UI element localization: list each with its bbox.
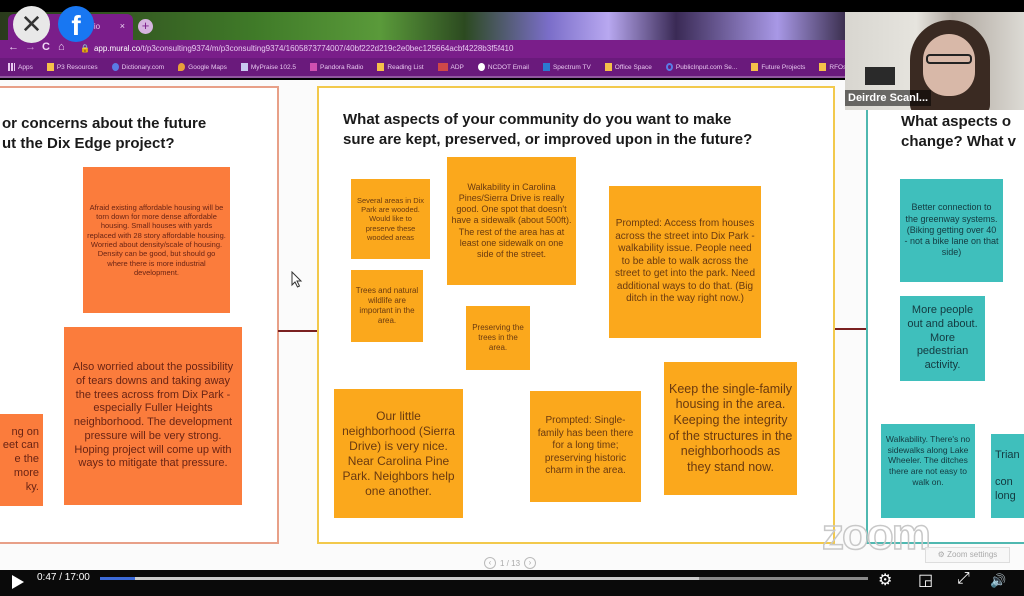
spectrum-icon <box>542 63 550 71</box>
folder-icon <box>751 63 759 71</box>
participant-face <box>923 34 975 96</box>
sticky-note-partial[interactable]: ng on eet can e the more ky. <box>0 414 43 506</box>
lock-icon: 🔒 <box>80 44 90 53</box>
bookmark-reading-list[interactable]: Reading List <box>377 63 424 71</box>
adp-icon <box>437 63 448 71</box>
play-icon[interactable] <box>12 575 24 589</box>
mural-canvas[interactable]: or concerns about the future ut the Dix … <box>0 80 1024 570</box>
participant-glasses <box>926 54 972 64</box>
maps-pin-icon <box>178 63 186 71</box>
prev-page-icon[interactable]: ‹ <box>484 557 496 569</box>
bookmark-apps[interactable]: Apps <box>8 63 33 71</box>
url-path: /t/p3consulting9374/m/p3consulting9374/1… <box>140 44 514 53</box>
bookmark-rfos[interactable]: RFOs <box>819 63 846 71</box>
folder-icon <box>46 63 54 71</box>
bookmark-adp[interactable]: ADP <box>437 63 464 71</box>
progress-buffered <box>100 577 700 580</box>
sticky-note[interactable]: Afraid existing affordable housing will … <box>83 167 230 313</box>
time-display: 0:47 / 17:00 <box>37 572 90 583</box>
sticky-note[interactable]: Prompted: Single-family has been there f… <box>530 391 641 502</box>
frame-preserve-title: What aspects of your community do you wa… <box>343 111 753 148</box>
folder-icon <box>604 63 612 71</box>
sticky-note[interactable]: Preserving the trees in the area. <box>466 306 530 370</box>
page-navigator: ‹ 1 / 13 › <box>484 557 537 569</box>
sticky-note[interactable]: Prompted: Access from houses across the … <box>609 186 761 338</box>
bookmark-p3-resources[interactable]: P3 Resources <box>46 63 98 71</box>
page-indicator: 1 / 13 <box>500 558 521 568</box>
pandora-icon <box>310 63 318 71</box>
progress-bar[interactable] <box>100 577 868 580</box>
bookmarks-bar: Apps P3 Resources Dictionary.com Google … <box>0 58 846 78</box>
bookmark-spectrum-tv[interactable]: Spectrum TV <box>542 63 591 71</box>
fullscreen-icon[interactable]: ⤢ <box>957 570 970 588</box>
sticky-note[interactable]: Several areas in Dix Park are wooded. Wo… <box>351 179 430 259</box>
sticky-note[interactable]: Keep the single-family housing in the ar… <box>664 362 797 495</box>
settings-gear-icon[interactable]: ⚙ <box>878 570 892 590</box>
folder-icon <box>819 63 827 71</box>
video-controls: 0:47 / 17:00 ⚙ ◲ ⤢ 🔊 <box>0 570 1024 596</box>
bookmark-dictionary[interactable]: Dictionary.com <box>111 63 164 71</box>
frame-change-title: What aspects o change? What v <box>901 113 1017 150</box>
sticky-note[interactable]: Walkability in Carolina Pines/Sierra Dri… <box>447 157 576 285</box>
reload-icon[interactable]: C <box>42 41 50 53</box>
sticky-note[interactable]: Walkability. There's no sidewalks along … <box>881 424 975 518</box>
bookmark-google-maps[interactable]: Google Maps <box>178 63 227 71</box>
bookmark-pandora[interactable]: Pandora Radio <box>310 63 363 71</box>
bookmark-future-projects[interactable]: Future Projects <box>751 63 805 71</box>
bookmark-office-space[interactable]: Office Space <box>604 63 652 71</box>
sticky-note[interactable]: More people out and about. More pedestri… <box>900 296 985 381</box>
bookmark-publicinput[interactable]: PublicInput.com Se... <box>665 63 737 71</box>
frame-concerns-title: or concerns about the future ut the Dix … <box>2 115 207 152</box>
sticky-note-partial[interactable]: Trian con long <box>991 434 1024 518</box>
participant-video[interactable]: Deirdre Scanl... <box>845 12 1024 110</box>
address-bar[interactable]: 🔒 app.mural.co/t/p3consulting9374/m/p3con… <box>80 42 840 56</box>
progress-played <box>100 577 136 580</box>
url-host: app.mural.co <box>93 44 141 53</box>
close-icon[interactable]: ✕ <box>13 6 50 43</box>
zoom-settings-button[interactable]: ⚙ Zoom settings <box>925 547 1010 563</box>
sticky-note[interactable]: Our little neighborhood (Sierra Drive) i… <box>334 389 463 518</box>
browser-toolbar: ← → C ⌂ 🔒 app.mural.co/t/p3consulting9374… <box>0 40 845 58</box>
publicinput-icon <box>665 63 673 71</box>
sticky-note[interactable]: Also worried about the possibility of te… <box>64 327 242 505</box>
new-tab-button[interactable]: + <box>138 19 153 34</box>
home-icon[interactable]: ⌂ <box>58 41 65 53</box>
top-bar <box>0 0 1024 12</box>
zoom-watermark: zoom <box>821 509 931 560</box>
next-page-icon[interactable]: › <box>524 557 537 569</box>
ncdot-icon <box>477 63 485 71</box>
bookmark-mypraise[interactable]: MyPraise 102.5 <box>240 63 296 71</box>
bookmark-ncdot-email[interactable]: NCDOT Email <box>477 63 529 71</box>
apps-icon <box>8 63 15 71</box>
dictionary-icon <box>111 63 119 71</box>
volume-icon[interactable]: 🔊 <box>990 573 1006 589</box>
back-icon[interactable]: ← <box>8 41 19 53</box>
background-printer <box>865 67 895 85</box>
folder-icon <box>377 63 385 71</box>
tab-close-icon[interactable]: × <box>120 21 125 31</box>
facebook-icon[interactable]: f <box>58 6 94 42</box>
sticky-note[interactable]: Better connection to the greenway system… <box>900 179 1003 282</box>
radio-icon <box>240 63 248 71</box>
sticky-note[interactable]: Trees and natural wildlife are important… <box>351 270 423 342</box>
picture-in-picture-icon[interactable]: ◲ <box>918 570 933 590</box>
participant-name: Deirdre Scanl... <box>845 90 932 106</box>
